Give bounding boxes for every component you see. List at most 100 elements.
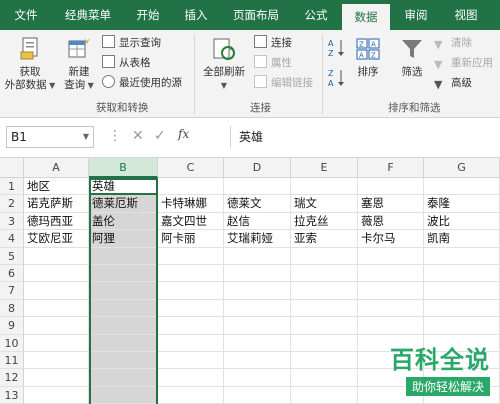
cell-a3[interactable]: 德玛西亚 <box>24 212 89 231</box>
cell-c7[interactable] <box>158 282 224 300</box>
cell-f7[interactable] <box>358 282 424 300</box>
cell-b13[interactable] <box>89 386 158 404</box>
row-header-8[interactable]: 8 <box>0 299 24 318</box>
cell-a4[interactable]: 艾欧尼亚 <box>24 230 89 248</box>
column-header-f[interactable]: F <box>358 158 424 178</box>
name-box[interactable]: B1 ▼ <box>6 126 94 148</box>
cell-d2[interactable]: 德莱文 <box>224 195 291 213</box>
cell-a12[interactable] <box>24 369 89 387</box>
refresh-all-button[interactable]: 全部刷新 ▼ <box>198 36 250 92</box>
row-header-10[interactable]: 10 <box>0 334 24 352</box>
tab-review[interactable]: 审阅 <box>396 0 436 30</box>
cell-c5[interactable] <box>158 247 224 265</box>
sort-button[interactable]: Z A A Z 排序 <box>352 36 384 79</box>
cell-c8[interactable] <box>158 299 224 318</box>
cell-b7[interactable] <box>89 282 158 300</box>
row-header-9[interactable]: 9 <box>0 317 24 335</box>
column-header-e[interactable]: E <box>291 158 358 178</box>
cell-e8[interactable] <box>291 299 358 318</box>
cell-d13[interactable] <box>224 386 291 404</box>
cell-c4[interactable]: 阿卡丽 <box>158 230 224 248</box>
cell-d11[interactable] <box>224 352 291 370</box>
advanced-filter-button[interactable]: ▼ 高级 <box>434 75 472 92</box>
row-header-7[interactable]: 7 <box>0 282 24 300</box>
cell-c12[interactable] <box>158 369 224 387</box>
cell-g9[interactable] <box>424 317 500 335</box>
cell-c9[interactable] <box>158 317 224 335</box>
filter-button[interactable]: 筛选 <box>396 36 428 79</box>
tab-file[interactable]: 文件 <box>4 0 48 30</box>
cell-d7[interactable] <box>224 282 291 300</box>
cell-b3[interactable]: 盖伦 <box>89 212 158 231</box>
cell-g8[interactable] <box>424 299 500 318</box>
cell-g3[interactable]: 波比 <box>424 212 500 231</box>
cancel-icon[interactable]: ✕ <box>132 128 144 144</box>
cell-e2[interactable]: 瑞文 <box>291 195 358 213</box>
cell-f4[interactable]: 卡尔马 <box>358 230 424 248</box>
show-queries-button[interactable]: 显示查询 <box>102 35 161 52</box>
properties-button[interactable]: 属性 <box>254 55 292 72</box>
get-external-data-button[interactable]: 获取 外部数据 ▼ <box>4 36 56 92</box>
cell-g6[interactable] <box>424 265 500 283</box>
cell-b10[interactable] <box>89 334 158 352</box>
cell-e11[interactable] <box>291 352 358 370</box>
cell-e4[interactable]: 亚索 <box>291 230 358 248</box>
formula-input[interactable]: 英雄 <box>230 126 498 148</box>
cell-b4[interactable]: 阿狸 <box>89 230 158 248</box>
cell-g5[interactable] <box>424 247 500 265</box>
connections-button[interactable]: 连接 <box>254 35 292 52</box>
row-header-6[interactable]: 6 <box>0 265 24 283</box>
row-header-12[interactable]: 12 <box>0 369 24 387</box>
cell-a9[interactable] <box>24 317 89 335</box>
cell-d5[interactable] <box>224 247 291 265</box>
cell-b9[interactable] <box>89 317 158 335</box>
edit-links-button[interactable]: 编辑链接 <box>254 75 313 92</box>
cell-c10[interactable] <box>158 334 224 352</box>
cell-c2[interactable]: 卡特琳娜 <box>158 195 224 213</box>
tab-formulas[interactable]: 公式 <box>296 0 336 30</box>
cell-a11[interactable] <box>24 352 89 370</box>
cell-g4[interactable]: 凯南 <box>424 230 500 248</box>
cell-d12[interactable] <box>224 369 291 387</box>
cell-e3[interactable]: 拉克丝 <box>291 212 358 231</box>
cell-c11[interactable] <box>158 352 224 370</box>
clear-filter-button[interactable]: ▼ 清除 <box>434 35 472 52</box>
reapply-button[interactable]: ▼ 重新应用 <box>434 55 493 72</box>
cell-g7[interactable] <box>424 282 500 300</box>
tab-insert[interactable]: 插入 <box>176 0 216 30</box>
cell-a2[interactable]: 诺克萨斯 <box>24 195 89 213</box>
cell-d1[interactable] <box>224 178 291 196</box>
cell-e10[interactable] <box>291 334 358 352</box>
cell-f6[interactable] <box>358 265 424 283</box>
cell-g2[interactable]: 泰隆 <box>424 195 500 213</box>
new-query-button[interactable]: 新建 查询 ▼ <box>60 36 98 92</box>
cell-a6[interactable] <box>24 265 89 283</box>
column-header-b[interactable]: B <box>89 158 158 178</box>
column-header-g[interactable]: G <box>424 158 500 178</box>
tab-view[interactable]: 视图 <box>446 0 486 30</box>
cell-b5[interactable] <box>89 247 158 265</box>
cell-e13[interactable] <box>291 386 358 404</box>
row-header-2[interactable]: 2 <box>0 195 24 213</box>
cell-d4[interactable]: 艾瑞莉娅 <box>224 230 291 248</box>
cell-f2[interactable]: 塞恩 <box>358 195 424 213</box>
cell-c3[interactable]: 嘉文四世 <box>158 212 224 231</box>
sort-az-button[interactable]: A Z <box>328 38 346 58</box>
column-header-c[interactable]: C <box>158 158 224 178</box>
tab-page-layout[interactable]: 页面布局 <box>224 0 288 30</box>
cell-c1[interactable] <box>158 178 224 196</box>
sort-za-button[interactable]: Z A <box>328 68 346 88</box>
cell-b12[interactable] <box>89 369 158 387</box>
select-all-corner[interactable] <box>0 158 24 178</box>
cell-d6[interactable] <box>224 265 291 283</box>
insert-function-icon[interactable]: fx <box>178 127 189 141</box>
cell-a7[interactable] <box>24 282 89 300</box>
cell-f5[interactable] <box>358 247 424 265</box>
cell-e1[interactable] <box>291 178 358 196</box>
cell-a13[interactable] <box>24 386 89 404</box>
column-header-a[interactable]: A <box>24 158 89 178</box>
enter-icon[interactable]: ✓ <box>154 128 166 144</box>
cell-c13[interactable] <box>158 386 224 404</box>
row-header-5[interactable]: 5 <box>0 247 24 265</box>
cell-d10[interactable] <box>224 334 291 352</box>
